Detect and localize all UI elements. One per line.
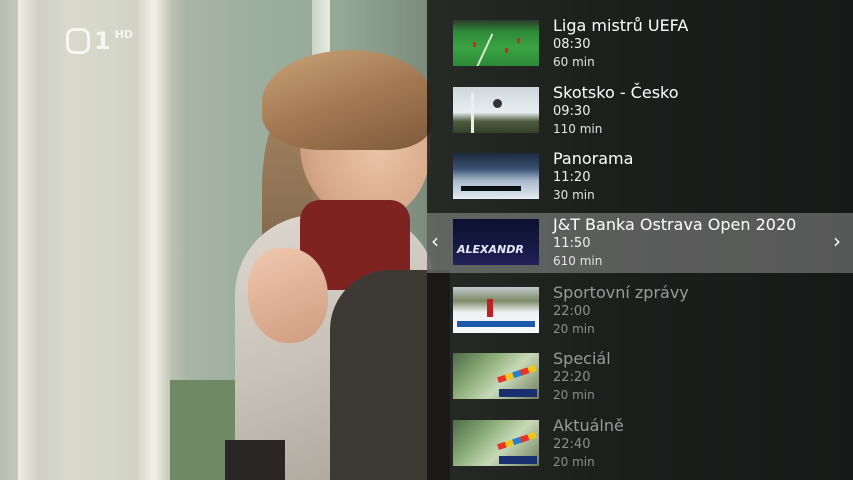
program-item[interactable]: Sportovní zprávy 22:00 20 min [427, 281, 853, 341]
program-item[interactable]: Liga mistrů UEFA 08:30 60 min [427, 14, 853, 74]
program-time: 11:50 [553, 236, 591, 251]
door-frame [138, 0, 170, 480]
program-title: Liga mistrů UEFA [553, 16, 689, 35]
channel-logo: 1 HD [66, 27, 133, 55]
program-duration: 30 min [553, 188, 595, 202]
program-title: Panorama [553, 149, 634, 168]
program-duration: 20 min [553, 322, 595, 336]
program-thumbnail [453, 153, 539, 199]
program-list-panel: Liga mistrů UEFA 08:30 60 min Skotsko - … [427, 0, 853, 480]
dark-object [225, 440, 285, 480]
headscarf [262, 50, 432, 150]
program-title: Sportovní zprávy [553, 283, 689, 302]
hand [248, 248, 328, 343]
thumbnail-caption: ALEXANDR [457, 243, 524, 256]
program-time: 11:20 [553, 170, 591, 185]
program-duration: 110 min [553, 122, 603, 136]
program-thumbnail: ALEXANDR [453, 219, 539, 265]
program-item[interactable]: Panorama 11:20 30 min [427, 147, 853, 207]
program-thumbnail [453, 20, 539, 66]
program-time: 22:40 [553, 437, 591, 452]
program-title: Aktuálně [553, 416, 624, 435]
program-item[interactable]: Skotsko - Česko 09:30 110 min [427, 81, 853, 141]
program-duration: 20 min [553, 388, 595, 402]
program-title: Skotsko - Česko [553, 83, 679, 102]
program-time: 08:30 [553, 37, 591, 52]
program-thumbnail [453, 287, 539, 333]
program-time: 22:00 [553, 304, 591, 319]
chevron-right-icon[interactable]: › [833, 229, 841, 253]
ct-logo-icon [66, 28, 90, 54]
door-frame [18, 0, 40, 480]
program-title: J&T Banka Ostrava Open 2020 [553, 215, 797, 234]
program-time: 22:20 [553, 370, 591, 385]
program-thumbnail [453, 87, 539, 133]
program-duration: 610 min [553, 254, 603, 268]
program-thumbnail [453, 353, 539, 399]
channel-number: 1 [94, 27, 111, 55]
program-time: 09:30 [553, 104, 591, 119]
chevron-left-icon[interactable]: ‹ [431, 229, 439, 253]
program-item-selected[interactable]: ‹ ALEXANDR J&T Banka Ostrava Open 2020 1… [427, 213, 853, 273]
program-thumbnail [453, 420, 539, 466]
program-item[interactable]: Aktuálně 22:40 20 min [427, 414, 853, 474]
hd-badge: HD [114, 28, 134, 41]
program-duration: 20 min [553, 455, 595, 469]
program-duration: 60 min [553, 55, 595, 69]
program-item[interactable]: Speciál 22:20 20 min [427, 347, 853, 407]
program-title: Speciál [553, 349, 611, 368]
